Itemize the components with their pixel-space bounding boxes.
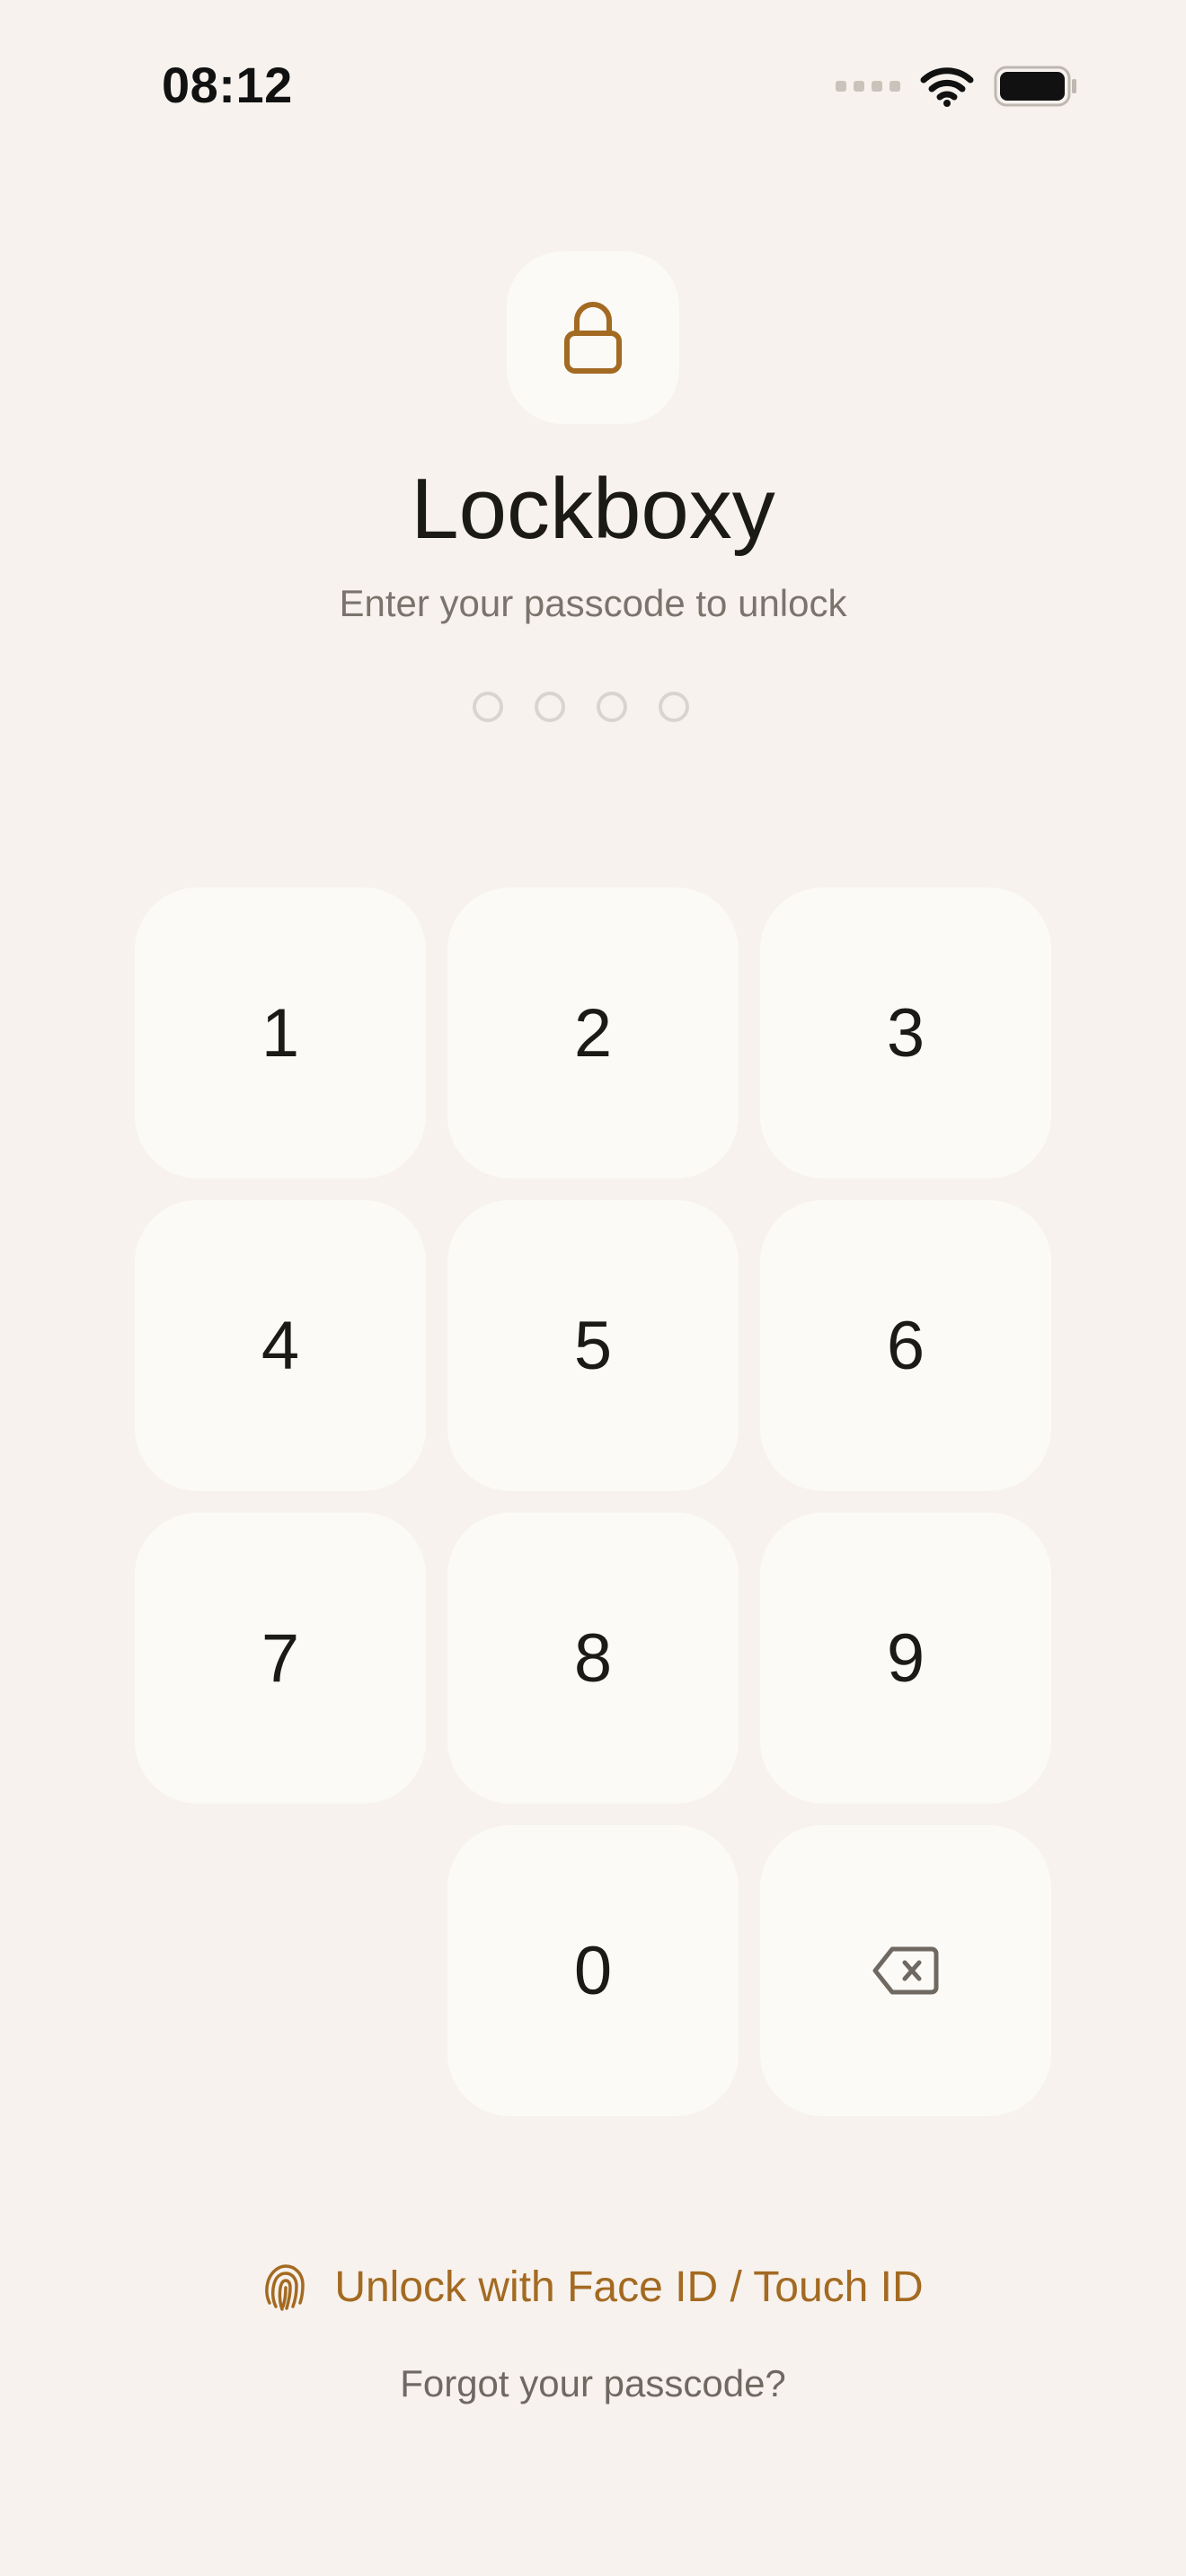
passcode-dot [659,692,689,722]
forgot-passcode-link[interactable]: Forgot your passcode? [0,2362,1186,2405]
key-5[interactable]: 5 [447,1200,739,1491]
app-lock-badge [507,251,679,424]
key-8[interactable]: 8 [447,1513,739,1804]
key-1[interactable]: 1 [135,887,426,1178]
fingerprint-icon [265,2264,305,2311]
cellular-signal-icon [836,81,900,92]
key-9[interactable]: 9 [760,1513,1051,1804]
key-0[interactable]: 0 [447,1825,739,2116]
lock-icon [564,302,622,374]
backspace-button[interactable] [760,1825,1051,2116]
status-icons [836,63,1078,110]
app-title: Lockboxy [411,461,775,557]
biometric-unlock-button[interactable]: Unlock with Face ID / Touch ID [0,2262,1186,2312]
status-time: 08:12 [162,57,293,113]
wifi-icon [920,67,974,107]
biometric-unlock-label: Unlock with Face ID / Touch ID [334,2263,924,2311]
unlock-subtitle: Enter your passcode to unlock [339,582,847,624]
key-6[interactable]: 6 [760,1200,1051,1491]
passcode-dot [535,692,565,722]
key-7[interactable]: 7 [135,1513,426,1804]
battery-icon [994,66,1076,107]
key-4[interactable]: 4 [135,1200,426,1491]
backspace-icon [872,1946,939,1995]
passcode-indicator [473,692,689,722]
key-2[interactable]: 2 [447,887,739,1178]
passcode-dot [473,692,503,722]
key-3[interactable]: 3 [760,887,1051,1178]
passcode-dot [597,692,627,722]
status-bar: 08:12 [0,0,1186,171]
